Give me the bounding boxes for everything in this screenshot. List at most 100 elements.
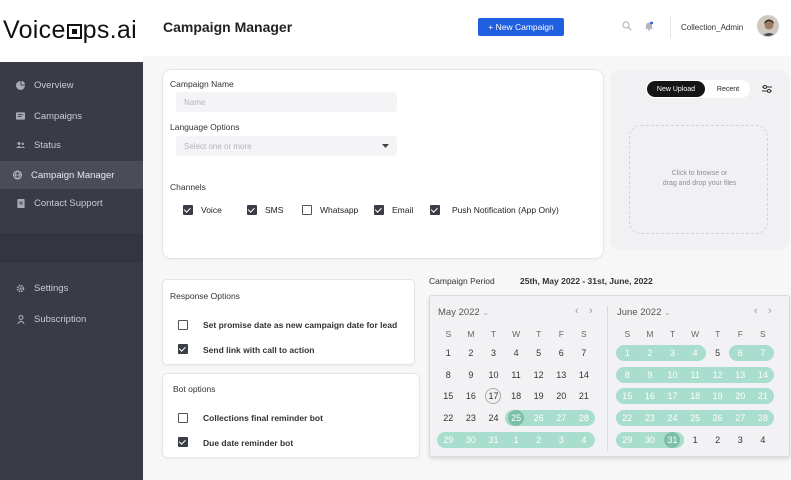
sidebar-item-overview[interactable]: Overview — [0, 71, 143, 99]
calendar-day[interactable]: 26 — [706, 410, 729, 427]
prev-month-icon[interactable]: ‹ — [754, 305, 758, 317]
calendar-day[interactable]: 19 — [706, 388, 729, 405]
calendar-day[interactable]: 23 — [638, 410, 662, 427]
channel-voice-checkbox[interactable] — [183, 205, 193, 215]
calendar-day[interactable]: 1 — [684, 432, 707, 448]
calendar-day[interactable]: 5 — [706, 345, 729, 361]
calendar-day[interactable]: 10 — [661, 366, 684, 383]
calendar-day[interactable]: 14 — [573, 367, 596, 383]
calendar-day[interactable]: 21 — [573, 388, 596, 404]
calendar-day[interactable]: 16 — [460, 388, 483, 404]
tab-recent[interactable]: Recent — [706, 81, 750, 97]
calendar-day[interactable]: 14 — [751, 366, 775, 383]
tab-new-upload[interactable]: New Upload — [647, 81, 705, 97]
new-campaign-button[interactable]: + New Campaign — [478, 18, 564, 36]
channel-email-checkbox[interactable] — [374, 205, 384, 215]
calendar-day[interactable]: 20 — [550, 388, 573, 404]
calendar-day[interactable]: 29 — [437, 431, 460, 448]
calendar-day[interactable]: 2 — [706, 432, 729, 448]
file-drop-zone[interactable]: Click to browse or drag and drop your fi… — [629, 125, 768, 234]
calendar-day[interactable]: 22 — [616, 410, 639, 427]
calendar-day[interactable]: 9 — [460, 367, 483, 383]
calendar-day[interactable]: 6 — [550, 345, 573, 361]
calendar-day[interactable]: 24 — [482, 410, 505, 426]
calendar-day[interactable]: 3 — [729, 432, 752, 448]
calendar-day[interactable]: 27 — [729, 410, 752, 427]
filter-sliders-icon[interactable] — [761, 82, 773, 100]
calendar-day[interactable]: 3 — [482, 345, 505, 361]
calendar-day[interactable]: 4 — [752, 432, 775, 448]
calendar-day[interactable]: 15 — [437, 388, 460, 404]
calendar-day[interactable]: 20 — [729, 388, 752, 405]
prev-month-icon[interactable]: ‹ — [575, 305, 579, 317]
calendar-day[interactable]: 15 — [616, 388, 639, 405]
calendar-day[interactable]: 8 — [437, 367, 460, 383]
calendar-day[interactable]: 7 — [573, 345, 596, 361]
sidebar-item-settings[interactable]: Settings — [0, 274, 143, 302]
calendar-day[interactable]: 8 — [616, 366, 639, 383]
calendar-day[interactable]: 10 — [482, 367, 505, 383]
channel-push-checkbox[interactable] — [430, 205, 440, 215]
calendar-day[interactable]: 22 — [437, 410, 460, 426]
sidebar-item-campaigns[interactable]: Campaigns — [0, 102, 143, 130]
calendar-day[interactable]: 25 — [683, 410, 707, 427]
calendar-day[interactable]: 7 — [751, 345, 775, 361]
language-select[interactable]: Select one or more — [176, 136, 397, 156]
calendar-day[interactable]: 9 — [638, 366, 662, 383]
calendar-day[interactable]: 19 — [527, 388, 550, 404]
calendar-day[interactable]: 4 — [505, 345, 528, 361]
search-icon[interactable] — [621, 20, 633, 32]
next-month-icon[interactable]: › — [589, 305, 593, 317]
calendar-day[interactable]: 28 — [751, 410, 775, 427]
calendar-day[interactable]: 11 — [505, 367, 528, 383]
calendar-day[interactable]: 1 — [504, 431, 528, 448]
calendar-day[interactable]: 17 — [482, 388, 505, 405]
due-date-checkbox[interactable] — [178, 437, 188, 447]
calendar-day[interactable]: 30 — [638, 431, 662, 448]
calendar-day[interactable]: 17 — [661, 388, 684, 405]
final-reminder-checkbox[interactable] — [178, 413, 188, 423]
calendar-day[interactable]: 16 — [638, 388, 662, 405]
calendar-day[interactable]: 23 — [460, 410, 483, 426]
calendar-day[interactable]: 27 — [550, 410, 573, 427]
calendar-day[interactable]: 12 — [706, 366, 729, 383]
calendar-day[interactable]: 25 — [504, 410, 528, 427]
calendar-day[interactable]: 2 — [460, 345, 483, 361]
calendar-day[interactable]: 11 — [683, 366, 707, 383]
calendar-day[interactable]: 28 — [572, 410, 596, 427]
calendar-day[interactable]: 12 — [527, 367, 550, 383]
calendar-day[interactable]: 31 — [661, 431, 684, 448]
send-link-checkbox[interactable] — [178, 344, 188, 354]
user-name[interactable]: Collection_Admin — [681, 23, 743, 32]
sidebar-item-contact-support[interactable]: Contact Support — [0, 189, 143, 217]
calendar-day[interactable]: 4 — [683, 345, 707, 361]
calendar-day[interactable]: 2 — [527, 431, 550, 448]
calendar-day[interactable]: 3 — [550, 431, 573, 448]
channel-sms-checkbox[interactable] — [247, 205, 257, 215]
calendar-day[interactable]: 2 — [638, 345, 662, 361]
campaign-name-input[interactable]: Name — [176, 92, 397, 112]
calendar-day[interactable]: 18 — [683, 388, 707, 405]
calendar-day[interactable]: 31 — [482, 431, 505, 448]
calendar-day[interactable]: 21 — [751, 388, 775, 405]
sidebar-item-campaign-manager[interactable]: Campaign Manager — [0, 161, 143, 189]
calendar-day[interactable]: 5 — [527, 345, 550, 361]
calendar-day[interactable]: 1 — [616, 345, 639, 361]
calendar-day[interactable]: 30 — [459, 431, 483, 448]
sidebar-item-subscription[interactable]: Subscription — [0, 305, 143, 333]
calendar-day[interactable]: 13 — [729, 366, 752, 383]
calendar-day[interactable]: 13 — [550, 367, 573, 383]
month-title-june[interactable]: June 2022 ⌄ — [617, 307, 671, 318]
calendar-day[interactable]: 24 — [661, 410, 684, 427]
promise-date-checkbox[interactable] — [178, 320, 188, 330]
sidebar-item-status[interactable]: Status — [0, 131, 143, 159]
calendar-day[interactable]: 6 — [729, 345, 752, 361]
avatar[interactable] — [757, 15, 779, 37]
notification-bell-icon[interactable] — [643, 20, 655, 32]
calendar-day[interactable]: 26 — [527, 410, 550, 427]
calendar-day[interactable]: 29 — [616, 431, 639, 448]
calendar-day[interactable]: 3 — [661, 345, 684, 361]
next-month-icon[interactable]: › — [768, 305, 772, 317]
calendar-day[interactable]: 1 — [437, 345, 460, 361]
channel-whatsapp-checkbox[interactable] — [302, 205, 312, 215]
